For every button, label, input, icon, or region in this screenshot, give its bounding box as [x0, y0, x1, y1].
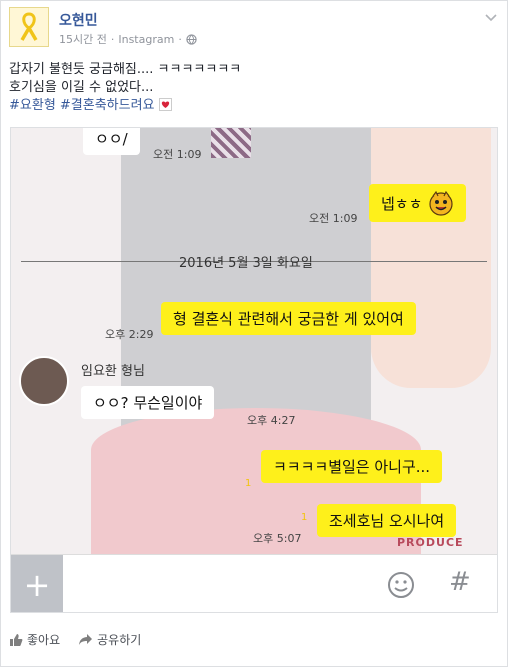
unread-count: 1 — [245, 478, 252, 489]
share-label: 공유하기 — [97, 633, 142, 647]
chat-bubble-sent: 조세호님 오시나여 — [317, 504, 457, 537]
unread-count: 1 — [301, 512, 308, 523]
chat-input-bar: + # — [11, 554, 497, 612]
share-button[interactable]: 공유하기 — [78, 631, 141, 648]
like-label: 좋아요 — [27, 633, 61, 647]
post-meta: 15시간 전 · Instagram · — [59, 31, 197, 47]
produce-watermark: PRODUCE — [397, 536, 464, 549]
emoji-icon[interactable] — [387, 571, 415, 599]
post-source[interactable]: Instagram — [118, 33, 174, 46]
chat-bubble-sent: ㅋㅋㅋㅋ별일은 아니구... — [261, 450, 443, 483]
emoticon-icon — [429, 190, 454, 216]
post-actions: 좋아요 공유하기 — [9, 631, 141, 648]
chat-bubble-sent: 형 결혼식 관련해서 궁금한 게 있어여 — [161, 302, 416, 335]
share-arrow-icon — [79, 634, 93, 645]
chat-bubble-sent: 넵ㅎㅎ — [369, 184, 467, 222]
date-label: 2016년 5월 3일 화요일 — [179, 256, 313, 271]
chat-bubble-text: 넵ㅎㅎ — [381, 194, 423, 213]
post-header: 오현민 15시간 전 · Instagram · — [9, 7, 499, 51]
post-hashtags[interactable]: #요환형 #결혼축하드려요 — [9, 98, 155, 113]
background-plaid-tie — [211, 128, 251, 158]
plus-button[interactable]: + — [11, 555, 63, 612]
heart-letter-icon — [158, 98, 172, 111]
post-text: 갑자기 불현듯 궁금해짐.... ㅋㅋㅋㅋㅋㅋㅋ 호기심을 이길 수 없었다..… — [9, 61, 499, 115]
chat-time: 오후 2:29 — [105, 328, 154, 341]
friend-avatar[interactable] — [19, 356, 69, 406]
post-card: 오현민 15시간 전 · Instagram · 갑자기 불현듯 궁금해짐...… — [0, 0, 508, 667]
meta-separator: · — [110, 32, 115, 46]
chat-screenshot[interactable]: ㅇㅇ/ 오전 1:09 넵ㅎㅎ 오전 1:09 2016년 5월 3일 화요일 … — [10, 127, 498, 613]
background-arm — [371, 128, 491, 388]
author-name[interactable]: 오현민 — [59, 10, 98, 30]
post-line-1: 갑자기 불현듯 궁금해짐.... ㅋㅋㅋㅋㅋㅋㅋ — [9, 62, 242, 77]
chat-time: 오후 5:07 — [253, 532, 302, 545]
globe-icon[interactable] — [186, 33, 197, 45]
like-button[interactable]: 좋아요 — [9, 631, 60, 648]
chat-time: 오전 1:09 — [309, 212, 358, 225]
chevron-down-icon[interactable] — [483, 9, 499, 25]
post-line-2: 호기심을 이길 수 없었다... — [9, 80, 154, 95]
chat-time: 오후 4:27 — [247, 414, 296, 427]
chat-time: 오전 1:09 — [153, 148, 202, 161]
yellow-ribbon-icon — [20, 12, 38, 41]
meta-separator: · — [178, 32, 182, 46]
post-hashtags-line: #요환형 #결혼축하드려요 — [9, 97, 499, 115]
chat-bubble-received: ㅇㅇ/ — [83, 128, 140, 155]
chat-bubble-received: ㅇㅇ? 무슨일이야 — [81, 386, 215, 419]
thumbs-up-icon — [10, 633, 23, 646]
post-time[interactable]: 15시간 전 — [59, 31, 107, 47]
friend-name: 임요환 형님 — [81, 364, 145, 379]
profile-avatar[interactable] — [9, 7, 49, 47]
hashtag-button[interactable]: # — [449, 567, 471, 597]
